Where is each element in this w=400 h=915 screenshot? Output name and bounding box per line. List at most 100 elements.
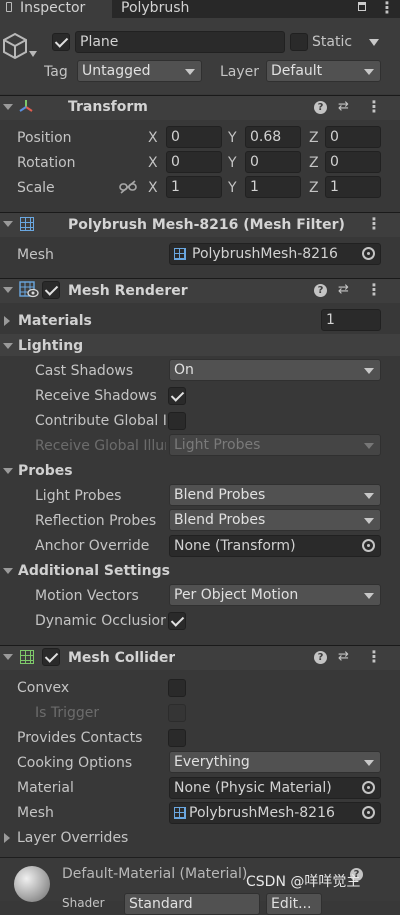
scale-x-field[interactable]: 1	[166, 176, 222, 198]
mesh-icon	[174, 248, 186, 260]
mesh-filter-mesh-field[interactable]: PolybrushMesh-8216	[169, 243, 381, 265]
component-menu-icon[interactable]: ⋮	[366, 282, 382, 298]
collider-mesh-field[interactable]: PolybrushMesh-8216	[169, 802, 381, 824]
foldout-down-icon[interactable]	[3, 568, 13, 574]
cooking-options-label: Cooking Options	[17, 755, 133, 771]
object-picker-icon[interactable]	[362, 806, 375, 819]
materials-foldout[interactable]: Materials	[18, 311, 92, 331]
object-picker-icon[interactable]	[362, 247, 375, 260]
presets-icon[interactable]: ⇄	[338, 282, 349, 297]
provides-contacts-label: Provides Contacts	[17, 730, 143, 746]
watermark: CSDN @咩咩觉主	[246, 874, 361, 890]
rotation-x-label[interactable]: X	[148, 153, 158, 173]
foldout-down-icon[interactable]	[3, 287, 13, 293]
probes-foldout[interactable]: Probes	[18, 461, 73, 481]
presets-icon[interactable]: ⇄	[338, 649, 349, 664]
tab-polybrush[interactable]: Polybrush	[112, 0, 222, 18]
tab-inspector[interactable]: Inspector	[0, 0, 112, 18]
rotation-y-field[interactable]: 0	[245, 151, 301, 173]
position-x-field[interactable]: 0	[166, 126, 222, 148]
transform-title: Transform	[68, 99, 148, 115]
materials-count-field[interactable]: 1	[321, 309, 381, 331]
mesh-filter-title: Polybrush Mesh-8216 (Mesh Filter)	[68, 217, 345, 233]
constrain-proportions-icon[interactable]	[119, 180, 137, 194]
scale-x-label[interactable]: X	[148, 178, 158, 198]
position-y-field[interactable]: 0.68	[245, 126, 301, 148]
shader-edit-button[interactable]: Edit...	[266, 893, 322, 915]
foldout-down-icon[interactable]	[3, 468, 13, 474]
chevron-down-icon	[364, 593, 374, 599]
foldout-down-icon[interactable]	[3, 343, 13, 349]
component-menu-icon[interactable]: ⋮	[366, 99, 382, 115]
rotation-z-label[interactable]: Z	[309, 153, 319, 173]
foldout-down-icon[interactable]	[3, 654, 13, 660]
help-icon[interactable]: ?	[314, 101, 327, 114]
scale-z-label[interactable]: Z	[309, 178, 319, 198]
layer-dropdown[interactable]: Default	[266, 60, 381, 82]
position-z-field[interactable]: 0	[325, 126, 381, 148]
foldout-right-icon[interactable]	[4, 833, 10, 843]
scale-z-field[interactable]: 1	[325, 176, 381, 198]
foldout-right-icon[interactable]	[4, 316, 10, 326]
component-menu-icon[interactable]: ⋮	[366, 216, 382, 232]
position-x-label[interactable]: X	[148, 128, 158, 148]
additional-settings-foldout[interactable]: Additional Settings	[18, 561, 170, 581]
convex-toggle[interactable]	[168, 679, 186, 697]
scale-y-label[interactable]: Y	[228, 178, 237, 198]
help-icon[interactable]: ?	[314, 284, 327, 297]
anchor-override-field[interactable]: None (Transform)	[169, 535, 381, 557]
dynamic-occlusion-toggle[interactable]	[168, 612, 186, 630]
chevron-down-icon	[185, 69, 195, 75]
rotation-y-label[interactable]: Y	[228, 153, 237, 173]
light-probes-dropdown[interactable]: Blend Probes	[169, 484, 381, 506]
rotation-x-field[interactable]: 0	[166, 151, 222, 173]
shader-dropdown[interactable]: Standard	[124, 893, 260, 915]
rotation-z-field[interactable]: 0	[325, 151, 381, 173]
object-picker-icon[interactable]	[362, 539, 375, 552]
presets-icon[interactable]: ⇄	[338, 99, 349, 114]
contribute-gi-toggle[interactable]	[168, 412, 186, 430]
provides-contacts-toggle[interactable]	[168, 729, 186, 747]
receive-gi-label: Receive Global Illumination	[35, 438, 166, 454]
foldout-down-icon[interactable]	[3, 104, 13, 110]
tab-menu-icon[interactable]: ⋮	[379, 0, 395, 16]
layer-label: Layer	[220, 64, 260, 80]
help-icon[interactable]: ?	[314, 651, 327, 664]
static-toggle[interactable]	[290, 33, 308, 51]
component-menu-icon[interactable]: ⋮	[366, 649, 382, 665]
lock-icon[interactable]	[358, 2, 366, 11]
tag-dropdown[interactable]: Untagged	[77, 60, 202, 82]
collider-material-value: None (Physic Material)	[174, 780, 332, 796]
cast-shadows-dropdown[interactable]: On	[169, 359, 381, 381]
static-dropdown-icon[interactable]	[369, 39, 379, 46]
layer-overrides-foldout[interactable]: Layer Overrides	[17, 828, 128, 848]
transform-icon	[19, 100, 33, 112]
mesh-renderer-title: Mesh Renderer	[68, 283, 188, 299]
active-toggle[interactable]	[52, 33, 70, 51]
motion-vectors-label: Motion Vectors	[35, 588, 139, 604]
mesh-renderer-enabled-toggle[interactable]	[42, 281, 60, 299]
chevron-down-icon	[364, 760, 374, 766]
mesh-filter-icon	[20, 217, 34, 231]
position-y-label[interactable]: Y	[228, 128, 237, 148]
cube-dropdown-icon[interactable]	[29, 51, 37, 57]
object-name-input[interactable]: Plane	[75, 31, 285, 53]
object-header	[0, 18, 400, 94]
object-picker-icon[interactable]	[362, 781, 375, 794]
static-label: Static	[312, 34, 353, 50]
motion-vectors-dropdown[interactable]: Per Object Motion	[169, 584, 381, 606]
mesh-collider-title: Mesh Collider	[68, 650, 176, 666]
tag-value: Untagged	[82, 63, 151, 79]
receive-shadows-toggle[interactable]	[168, 387, 186, 405]
collider-mesh-value: PolybrushMesh-8216	[189, 805, 335, 821]
cast-shadows-value: On	[174, 362, 194, 378]
position-z-label[interactable]: Z	[309, 128, 319, 148]
lighting-foldout[interactable]: Lighting	[18, 336, 83, 356]
collider-material-field[interactable]: None (Physic Material)	[169, 777, 381, 799]
receive-shadows-label: Receive Shadows	[35, 388, 157, 404]
cooking-options-dropdown[interactable]: Everything	[169, 751, 381, 773]
reflection-probes-dropdown[interactable]: Blend Probes	[169, 509, 381, 531]
foldout-down-icon[interactable]	[3, 221, 13, 227]
scale-y-field[interactable]: 1	[245, 176, 301, 198]
mesh-collider-enabled-toggle[interactable]	[42, 648, 60, 666]
